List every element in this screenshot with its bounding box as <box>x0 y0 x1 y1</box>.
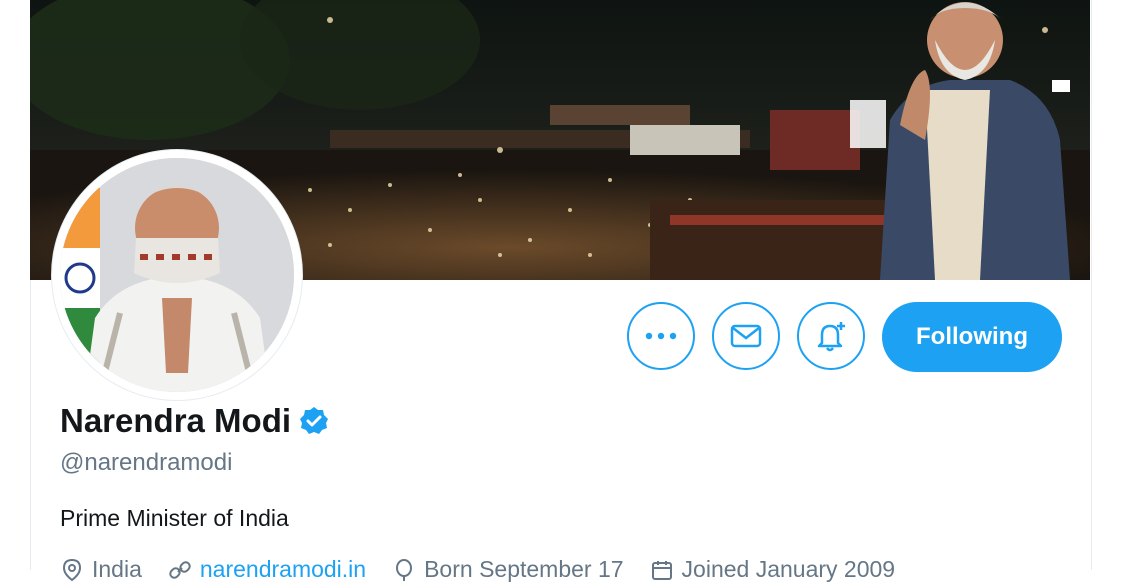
notifications-button[interactable] <box>797 302 865 370</box>
profile-name-row: Narendra Modi <box>60 402 329 440</box>
bell-plus-icon <box>817 322 845 352</box>
verified-badge-icon <box>300 407 329 434</box>
following-button[interactable]: Following <box>882 302 1062 372</box>
profile-name: Narendra Modi <box>60 402 292 439</box>
direct-message-button[interactable] <box>712 302 780 370</box>
more-icon <box>645 332 677 340</box>
profile-bio: Prime Minister of India <box>60 505 289 531</box>
profile-avatar[interactable] <box>52 150 302 400</box>
more-options-button[interactable] <box>627 302 695 370</box>
profile-handle: @narendramodi <box>60 449 233 476</box>
envelope-icon <box>730 324 762 348</box>
following-label: Following <box>916 323 1028 350</box>
